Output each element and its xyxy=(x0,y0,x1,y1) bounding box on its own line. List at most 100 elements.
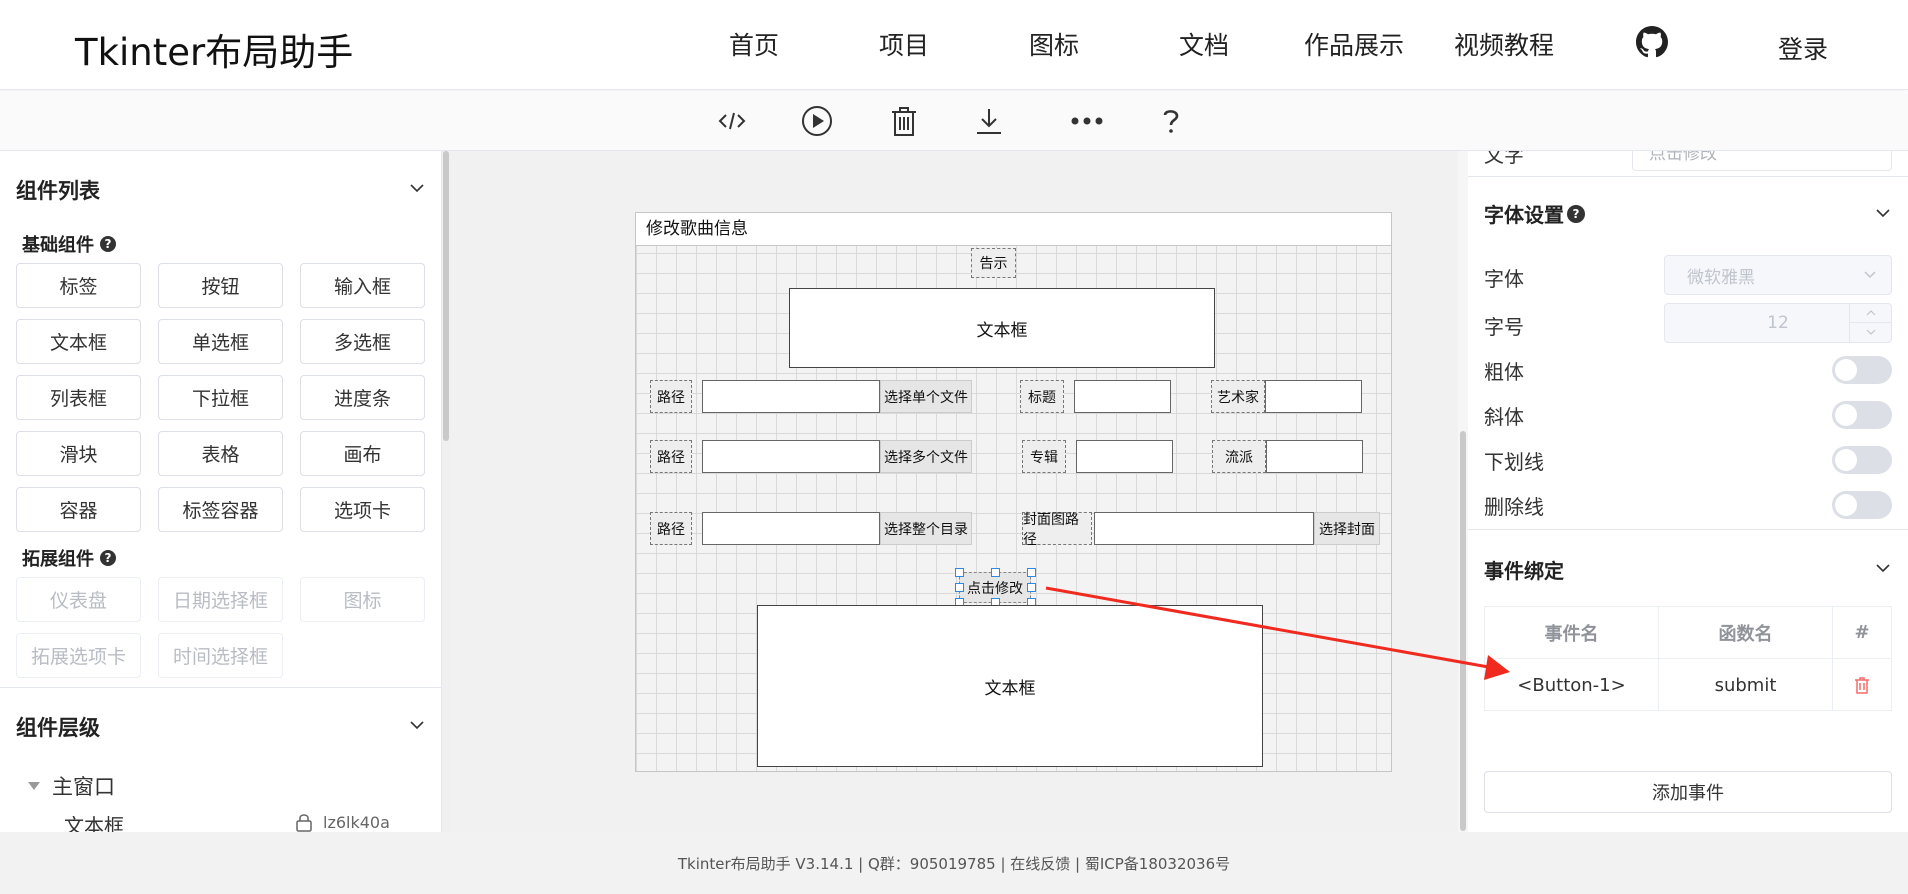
left-panel: 组件列表 基础组件 ? 标签 按钮 输入框 文本框 单选框 多选框 列表框 下拉… xyxy=(0,151,442,832)
basic-components-title: 基础组件 ? xyxy=(22,231,116,257)
nav-showcase[interactable]: 作品展示 xyxy=(1304,26,1404,62)
add-event-button[interactable]: 添加事件 xyxy=(1484,771,1892,813)
help-icon[interactable]: ? xyxy=(100,236,116,252)
textbox-bottom[interactable]: 文本框 xyxy=(757,605,1263,767)
cover-path-label[interactable]: 封面图路径 xyxy=(1022,512,1092,548)
nav-video-tutorials[interactable]: 视频教程 xyxy=(1454,26,1554,62)
path-label-3[interactable]: 路径 xyxy=(650,512,692,545)
path-entry-2[interactable] xyxy=(702,440,880,473)
nav-projects[interactable]: 项目 xyxy=(879,26,929,62)
login-link[interactable]: 登录 xyxy=(1778,30,1828,66)
resize-handle[interactable] xyxy=(955,568,964,577)
code-button[interactable] xyxy=(712,101,752,141)
comp-combobox[interactable]: 下拉框 xyxy=(158,375,283,420)
tree-expand-icon[interactable] xyxy=(28,782,40,790)
text-property-input[interactable]: 点击修改 xyxy=(1632,151,1892,171)
clear-button[interactable] xyxy=(884,101,924,141)
font-settings-title: 字体设置 ? xyxy=(1484,199,1585,228)
more-button[interactable] xyxy=(1067,101,1107,141)
github-icon[interactable] xyxy=(1636,26,1668,58)
comp-canvas[interactable]: 画布 xyxy=(300,431,425,476)
resize-handle[interactable] xyxy=(1027,583,1036,592)
bold-switch[interactable] xyxy=(1832,356,1892,384)
artist-label[interactable]: 艺术家 xyxy=(1211,380,1265,413)
stepper-down[interactable] xyxy=(1850,323,1891,341)
chevron-down-icon[interactable] xyxy=(1874,559,1892,577)
site-logo[interactable]: Tkinter布局助手 xyxy=(75,22,353,76)
textbox-top[interactable]: 文本框 xyxy=(789,288,1215,368)
canvas-scrollbar-thumb[interactable] xyxy=(1460,431,1466,831)
title-entry[interactable] xyxy=(1074,380,1171,413)
comp-table[interactable]: 表格 xyxy=(158,431,283,476)
comp-labelframe[interactable]: 标签容器 xyxy=(158,487,283,532)
function-name-cell[interactable]: submit xyxy=(1659,659,1833,711)
nav-icons[interactable]: 图标 xyxy=(1029,26,1079,62)
comp-label[interactable]: 标签 xyxy=(16,263,141,308)
path-entry-1[interactable] xyxy=(702,380,880,413)
album-label[interactable]: 专辑 xyxy=(1022,440,1066,473)
comp-checkbox[interactable]: 多选框 xyxy=(300,319,425,364)
comp-progressbar[interactable]: 进度条 xyxy=(300,375,425,420)
event-name-cell[interactable]: <Button-1> xyxy=(1485,659,1659,711)
italic-switch[interactable] xyxy=(1832,401,1892,429)
chevron-down-icon xyxy=(1866,329,1875,335)
chevron-down-icon[interactable] xyxy=(408,716,426,734)
select-cover-button[interactable]: 选择封面 xyxy=(1314,512,1380,545)
help-icon[interactable]: ? xyxy=(100,550,116,566)
comp-listbox[interactable]: 列表框 xyxy=(16,375,141,420)
path-entry-3[interactable] xyxy=(702,512,880,545)
tree-item-id: lz6lk40a xyxy=(323,813,390,832)
stepper-up[interactable] xyxy=(1850,304,1891,323)
resize-handle[interactable] xyxy=(955,583,964,592)
bold-label: 粗体 xyxy=(1484,360,1524,384)
comp-datepicker[interactable]: 日期选择框 xyxy=(158,577,283,622)
download-button[interactable] xyxy=(969,101,1009,141)
path-label-2[interactable]: 路径 xyxy=(650,440,692,473)
help-icon[interactable]: ? xyxy=(1567,204,1585,223)
resize-handle[interactable] xyxy=(1027,568,1036,577)
run-button[interactable] xyxy=(797,101,837,141)
album-entry[interactable] xyxy=(1076,440,1173,473)
properties-panel: 文字 点击修改 字体设置 ? 字体 微软雅黑 字号 12 粗体 斜体 下划线 删… xyxy=(1468,151,1908,832)
chevron-down-icon[interactable] xyxy=(1874,204,1892,222)
select-directory-button[interactable]: 选择整个目录 xyxy=(880,512,972,545)
genre-entry[interactable] xyxy=(1266,440,1363,473)
resize-handle[interactable] xyxy=(991,568,1000,577)
nav-home[interactable]: 首页 xyxy=(729,26,779,62)
underline-switch[interactable] xyxy=(1832,446,1892,474)
comp-dashboard[interactable]: 仪表盘 xyxy=(16,577,141,622)
comp-ext-notebook[interactable]: 拓展选项卡 xyxy=(16,633,141,678)
lock-icon[interactable] xyxy=(294,812,314,832)
comp-icon[interactable]: 图标 xyxy=(300,577,425,622)
help-button[interactable] xyxy=(1151,101,1191,141)
left-scrollbar[interactable] xyxy=(442,151,450,832)
font-family-select[interactable]: 微软雅黑 xyxy=(1664,255,1892,295)
path-label-1[interactable]: 路径 xyxy=(650,380,692,413)
comp-button[interactable]: 按钮 xyxy=(158,263,283,308)
notice-label[interactable]: 告示 xyxy=(971,248,1016,278)
comp-timepicker[interactable]: 时间选择框 xyxy=(158,633,283,678)
stepper-controls[interactable] xyxy=(1849,304,1891,342)
cover-path-entry[interactable] xyxy=(1094,512,1314,545)
comp-text[interactable]: 文本框 xyxy=(16,319,141,364)
strikethrough-switch[interactable] xyxy=(1832,491,1892,519)
nav-docs[interactable]: 文档 xyxy=(1179,26,1229,62)
comp-scale[interactable]: 滑块 xyxy=(16,431,141,476)
delete-event-button[interactable] xyxy=(1833,659,1891,711)
title-label[interactable]: 标题 xyxy=(1020,380,1064,413)
comp-frame[interactable]: 容器 xyxy=(16,487,141,532)
select-single-file-button[interactable]: 选择单个文件 xyxy=(880,380,972,413)
chevron-down-icon[interactable] xyxy=(408,179,426,197)
font-size-stepper[interactable]: 12 xyxy=(1664,303,1892,343)
canvas-scrollbar[interactable] xyxy=(1458,151,1468,832)
genre-label[interactable]: 流派 xyxy=(1212,440,1266,473)
select-multiple-files-button[interactable]: 选择多个文件 xyxy=(880,440,972,473)
comp-entry[interactable]: 输入框 xyxy=(300,263,425,308)
tk-window-preview[interactable]: 修改歌曲信息 告示 文本框 路径 选择单个文件 标题 艺术家 路径 选择多个文件… xyxy=(635,212,1392,772)
tree-root-window[interactable]: 主窗口 xyxy=(52,771,115,801)
comp-radio[interactable]: 单选框 xyxy=(158,319,283,364)
comp-notebook[interactable]: 选项卡 xyxy=(300,487,425,532)
left-scrollbar-thumb[interactable] xyxy=(443,151,449,441)
artist-entry[interactable] xyxy=(1265,380,1362,413)
code-icon xyxy=(718,112,746,130)
